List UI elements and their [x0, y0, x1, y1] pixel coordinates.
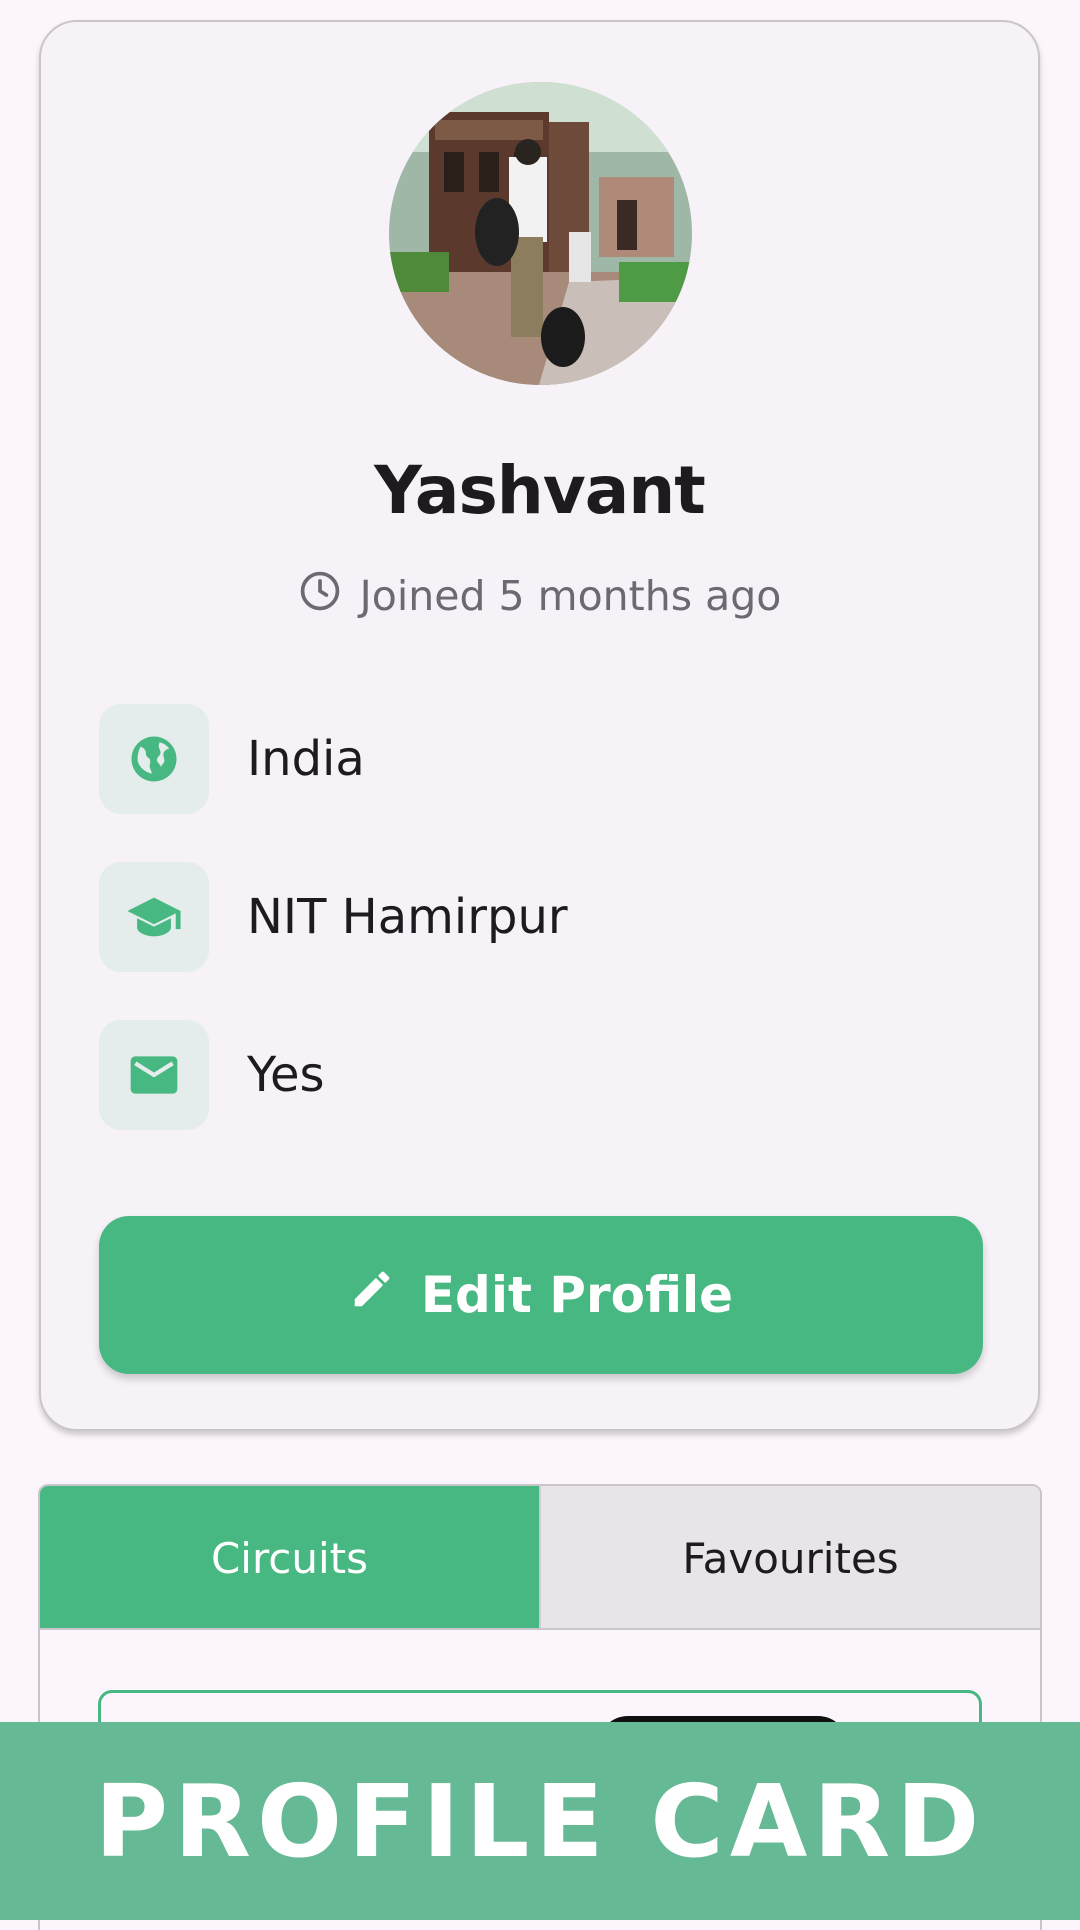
tab-circuits[interactable]: Circuits [40, 1486, 539, 1630]
avatar[interactable] [389, 82, 692, 385]
graduation-cap-icon [99, 862, 209, 972]
country-text: India [247, 731, 365, 787]
country-row: India [99, 704, 365, 814]
profile-card: Yashvant Joined 5 months ago India NIT H… [39, 20, 1040, 1431]
edit-profile-label: Edit Profile [420, 1266, 734, 1324]
email-status-text: Yes [247, 1047, 325, 1103]
profile-tabs: Circuits Favourites [38, 1484, 1042, 1630]
globe-icon [99, 704, 209, 814]
college-text: NIT Hamirpur [247, 889, 568, 945]
pencil-icon [349, 1266, 395, 1324]
edit-profile-button[interactable]: Edit Profile [99, 1216, 983, 1374]
clock-icon [298, 569, 342, 623]
caption-banner: PROFILE CARD [0, 1722, 1080, 1920]
profile-name: Yashvant [374, 452, 706, 529]
college-row: NIT Hamirpur [99, 862, 568, 972]
tab-favourites[interactable]: Favourites [539, 1486, 1040, 1630]
mail-icon [99, 1020, 209, 1130]
joined-text: Joined 5 months ago [359, 572, 782, 620]
email-row: Yes [99, 1020, 324, 1130]
avatar-photo [389, 82, 692, 385]
joined-info: Joined 5 months ago [41, 570, 1038, 622]
